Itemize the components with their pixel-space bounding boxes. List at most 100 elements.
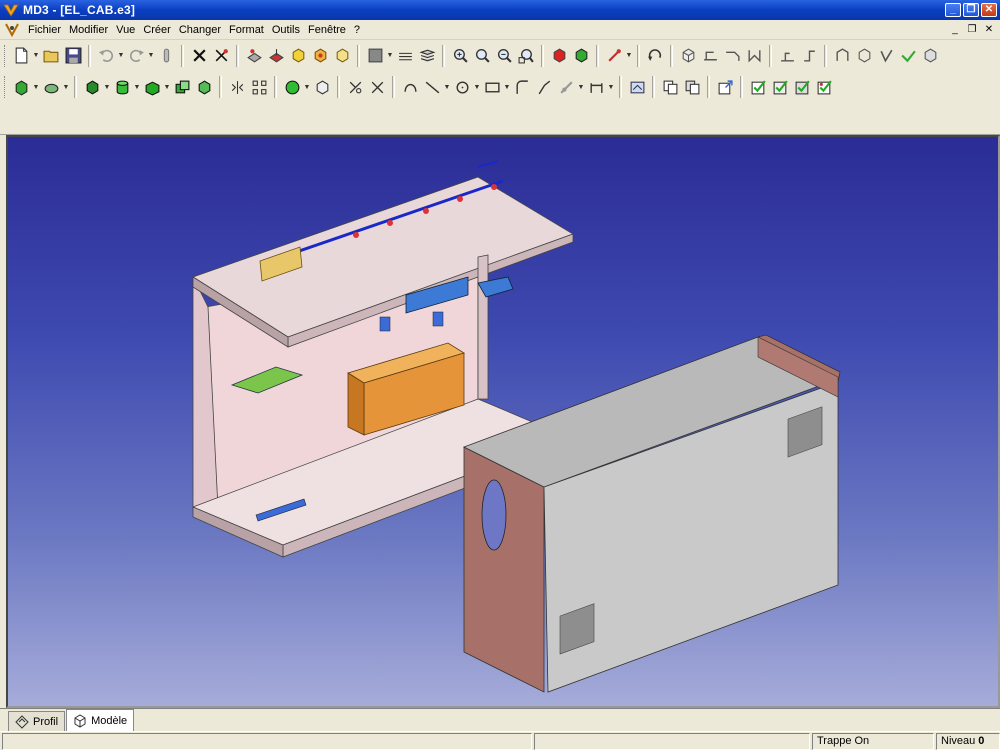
corner-button[interactable] <box>876 46 896 66</box>
maximize-button[interactable]: ❐ <box>963 3 979 17</box>
menu-changer[interactable]: Changer <box>175 24 225 36</box>
cut-tool-button[interactable] <box>211 46 231 66</box>
check2-button[interactable] <box>770 77 790 97</box>
menu-creer[interactable]: Créer <box>139 24 175 36</box>
sketch-button[interactable] <box>627 77 647 97</box>
menu-outils[interactable]: Outils <box>268 24 304 36</box>
box-solid-button[interactable] <box>82 77 102 97</box>
shade-edges-button[interactable] <box>571 46 591 66</box>
copy-button[interactable] <box>660 77 680 97</box>
top-view-button[interactable] <box>722 46 742 66</box>
iso-view-button[interactable] <box>678 46 698 66</box>
dimension-button[interactable] <box>586 77 606 97</box>
layer-button[interactable] <box>395 46 415 66</box>
display-mode-dropdown[interactable]: ▼ <box>386 46 394 66</box>
mirror-button[interactable] <box>227 77 247 97</box>
undo-dropdown[interactable]: ▼ <box>117 46 125 66</box>
model-viewport[interactable] <box>6 135 1000 708</box>
cabinet-3d-model[interactable] <box>8 137 998 706</box>
export-button[interactable] <box>715 77 735 97</box>
sweep-button[interactable] <box>142 77 162 97</box>
flatten-button[interactable] <box>920 46 940 66</box>
chamfer-button[interactable] <box>367 77 387 97</box>
cabinet-cover[interactable] <box>462 334 841 693</box>
check3-button[interactable] <box>792 77 812 97</box>
tangent-arc-button[interactable] <box>534 77 554 97</box>
sweep-dropdown[interactable]: ▼ <box>163 77 171 97</box>
unfold-button[interactable] <box>777 46 797 66</box>
fold-button[interactable] <box>799 46 819 66</box>
sphere-dropdown[interactable]: ▼ <box>303 77 311 97</box>
move-button[interactable] <box>682 77 702 97</box>
line-dropdown[interactable]: ▼ <box>443 77 451 97</box>
minimize-button[interactable]: _ <box>945 3 961 17</box>
color-button[interactable] <box>266 46 286 66</box>
mdi-close-button[interactable]: ✕ <box>982 24 996 36</box>
box-orange-button[interactable] <box>310 46 330 66</box>
snap-status[interactable]: Trappe On <box>812 732 934 750</box>
zoom-window-button[interactable] <box>494 46 514 66</box>
zoom-prev-button[interactable] <box>516 46 536 66</box>
check-button[interactable] <box>748 77 768 97</box>
rectangle-dropdown[interactable]: ▼ <box>503 77 511 97</box>
document-icon[interactable] <box>4 22 22 38</box>
point-button[interactable] <box>556 77 576 97</box>
cylinder-button[interactable] <box>112 77 132 97</box>
menu-format[interactable]: Format <box>225 24 268 36</box>
tab-profil[interactable]: Profil <box>8 711 66 731</box>
new-dropdown[interactable]: ▼ <box>32 46 40 66</box>
revolve-button[interactable] <box>41 77 61 97</box>
spline-button[interactable] <box>400 77 420 97</box>
menu-fichier[interactable]: Fichier <box>24 24 65 36</box>
undo-button[interactable] <box>96 46 116 66</box>
pin-button[interactable] <box>156 46 176 66</box>
circle-button[interactable] <box>452 77 472 97</box>
cone-button[interactable] <box>312 77 332 97</box>
cylinder-dropdown[interactable]: ▼ <box>133 77 141 97</box>
sheet-button[interactable] <box>832 46 852 66</box>
rectangle-button[interactable] <box>482 77 502 97</box>
open-button[interactable] <box>41 46 61 66</box>
save-button[interactable] <box>63 46 83 66</box>
box-outline-button[interactable] <box>332 46 352 66</box>
mdi-minimize-button[interactable]: _ <box>948 24 962 36</box>
delete-button[interactable] <box>189 46 209 66</box>
menu-fenetre[interactable]: Fenêtre <box>304 24 350 36</box>
tab-modele[interactable]: Modèle <box>66 709 135 731</box>
layers-button[interactable] <box>417 46 437 66</box>
rotate-button[interactable] <box>645 46 665 66</box>
flange-button[interactable] <box>898 46 918 66</box>
toolbar-grip[interactable] <box>4 76 7 98</box>
box-solid-dropdown[interactable]: ▼ <box>103 77 111 97</box>
extrude-button[interactable] <box>11 77 31 97</box>
redo-dropdown[interactable]: ▼ <box>147 46 155 66</box>
front-view-button[interactable] <box>700 46 720 66</box>
circle-dropdown[interactable]: ▼ <box>473 77 481 97</box>
mdi-restore-button[interactable]: ❐ <box>965 24 979 36</box>
menu-vue[interactable]: Vue <box>112 24 139 36</box>
close-button[interactable]: ✕ <box>981 3 997 17</box>
display-mode-button[interactable] <box>365 46 385 66</box>
redo-button[interactable] <box>126 46 146 66</box>
shell-button[interactable] <box>194 77 214 97</box>
check4-button[interactable] <box>814 77 834 97</box>
hole-button[interactable] <box>244 46 264 66</box>
box-yellow-button[interactable] <box>288 46 308 66</box>
pick-dropdown[interactable]: ▼ <box>625 46 633 66</box>
shade-button[interactable] <box>549 46 569 66</box>
line-button[interactable] <box>422 77 442 97</box>
side-view-button[interactable] <box>744 46 764 66</box>
revolve-dropdown[interactable]: ▼ <box>62 77 70 97</box>
fillet-button[interactable] <box>345 77 365 97</box>
arc-button[interactable] <box>512 77 532 97</box>
pattern-button[interactable] <box>249 77 269 97</box>
zoom-all-button[interactable] <box>472 46 492 66</box>
level-status[interactable]: Niveau 0 <box>936 732 1000 750</box>
menu-help[interactable]: ? <box>350 24 364 36</box>
new-button[interactable] <box>11 46 31 66</box>
bend-button[interactable] <box>854 46 874 66</box>
extrude-dropdown[interactable]: ▼ <box>32 77 40 97</box>
boolean-button[interactable] <box>172 77 192 97</box>
zoom-in-button[interactable] <box>450 46 470 66</box>
point-dropdown[interactable]: ▼ <box>577 77 585 97</box>
